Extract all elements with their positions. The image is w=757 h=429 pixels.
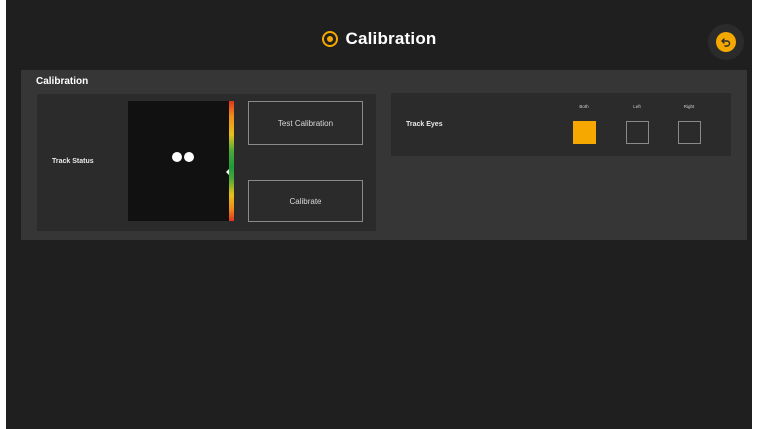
checkbox-left[interactable] xyxy=(626,121,649,144)
gauge-marker-icon xyxy=(226,169,229,175)
back-arrow-icon xyxy=(716,32,736,52)
checkbox-both[interactable] xyxy=(573,121,596,144)
right-eye-dot xyxy=(184,152,194,162)
option-left-label: Left xyxy=(633,104,641,109)
panel-title: Calibration xyxy=(36,76,89,87)
header: Calibration xyxy=(6,0,752,70)
option-right-label: Right xyxy=(683,104,695,109)
track-eyes-card: Track Eyes Both Left Right xyxy=(391,93,731,156)
eye-tracker-view xyxy=(128,101,234,221)
track-eyes-label: Track Eyes xyxy=(406,121,443,128)
option-both-label: Both xyxy=(579,104,589,109)
distance-gauge xyxy=(229,101,234,221)
title-wrap: Calibration xyxy=(6,26,752,52)
back-button[interactable] xyxy=(708,24,744,60)
left-eye-dot xyxy=(172,152,182,162)
app-window: Calibration Calibration Track Status Tes… xyxy=(6,0,752,429)
page-title: Calibration xyxy=(345,29,437,48)
checkbox-right[interactable] xyxy=(678,121,701,144)
calibration-panel: Calibration Track Status Test Calibratio… xyxy=(21,70,747,240)
calibrate-button[interactable]: Calibrate xyxy=(248,180,363,222)
track-status-label: Track Status xyxy=(52,158,94,165)
track-status-card: Track Status Test Calibration Calibrate xyxy=(37,94,376,231)
test-calibration-button[interactable]: Test Calibration xyxy=(248,101,363,145)
target-icon xyxy=(321,31,338,47)
